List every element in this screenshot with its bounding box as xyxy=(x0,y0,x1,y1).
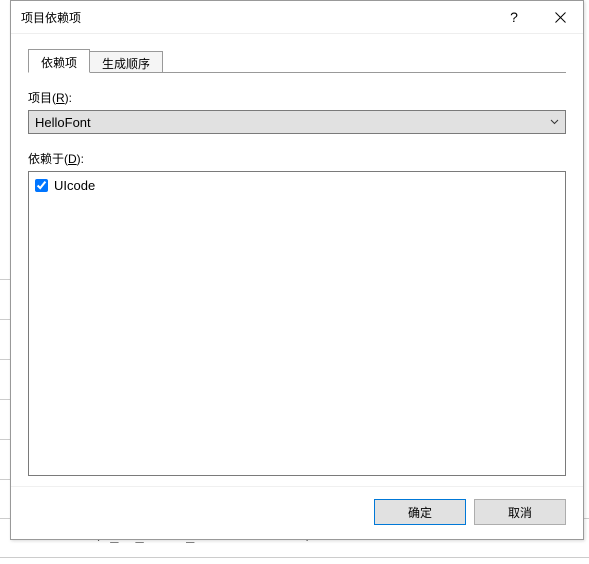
project-dropdown[interactable]: HelloFont xyxy=(28,110,566,134)
tab-build-order[interactable]: 生成顺序 xyxy=(89,51,163,73)
close-icon xyxy=(555,12,566,23)
titlebar: 项目依赖项 ? xyxy=(11,1,583,34)
help-button[interactable]: ? xyxy=(491,1,537,33)
depends-on-listbox[interactable]: UIcode xyxy=(28,171,566,476)
project-label: 项目(R): xyxy=(28,89,566,106)
ok-button[interactable]: 确定 xyxy=(374,499,466,525)
dialog-body: 依赖项 生成顺序 项目(R): HelloFont 依赖于(D): UIcode xyxy=(11,34,583,486)
dependency-checkbox[interactable] xyxy=(35,179,48,192)
titlebar-controls: ? xyxy=(491,1,583,33)
background-gutter xyxy=(0,240,10,554)
close-button[interactable] xyxy=(537,1,583,33)
dialog-title: 项目依赖项 xyxy=(21,9,491,26)
depends-on-label: 依赖于(D): xyxy=(28,150,566,167)
cancel-button[interactable]: 取消 xyxy=(474,499,566,525)
dependency-label: UIcode xyxy=(54,178,95,193)
project-dropdown-value: HelloFont xyxy=(35,115,91,130)
list-item[interactable]: UIcode xyxy=(35,176,559,194)
chevron-down-icon xyxy=(550,119,559,125)
dialog-footer: 确定 取消 xyxy=(11,486,583,539)
tab-dependencies[interactable]: 依赖项 xyxy=(28,49,90,73)
tabs: 依赖项 生成顺序 xyxy=(28,49,566,73)
project-dependencies-dialog: 项目依赖项 ? 依赖项 生成顺序 项目(R): H xyxy=(10,0,584,540)
